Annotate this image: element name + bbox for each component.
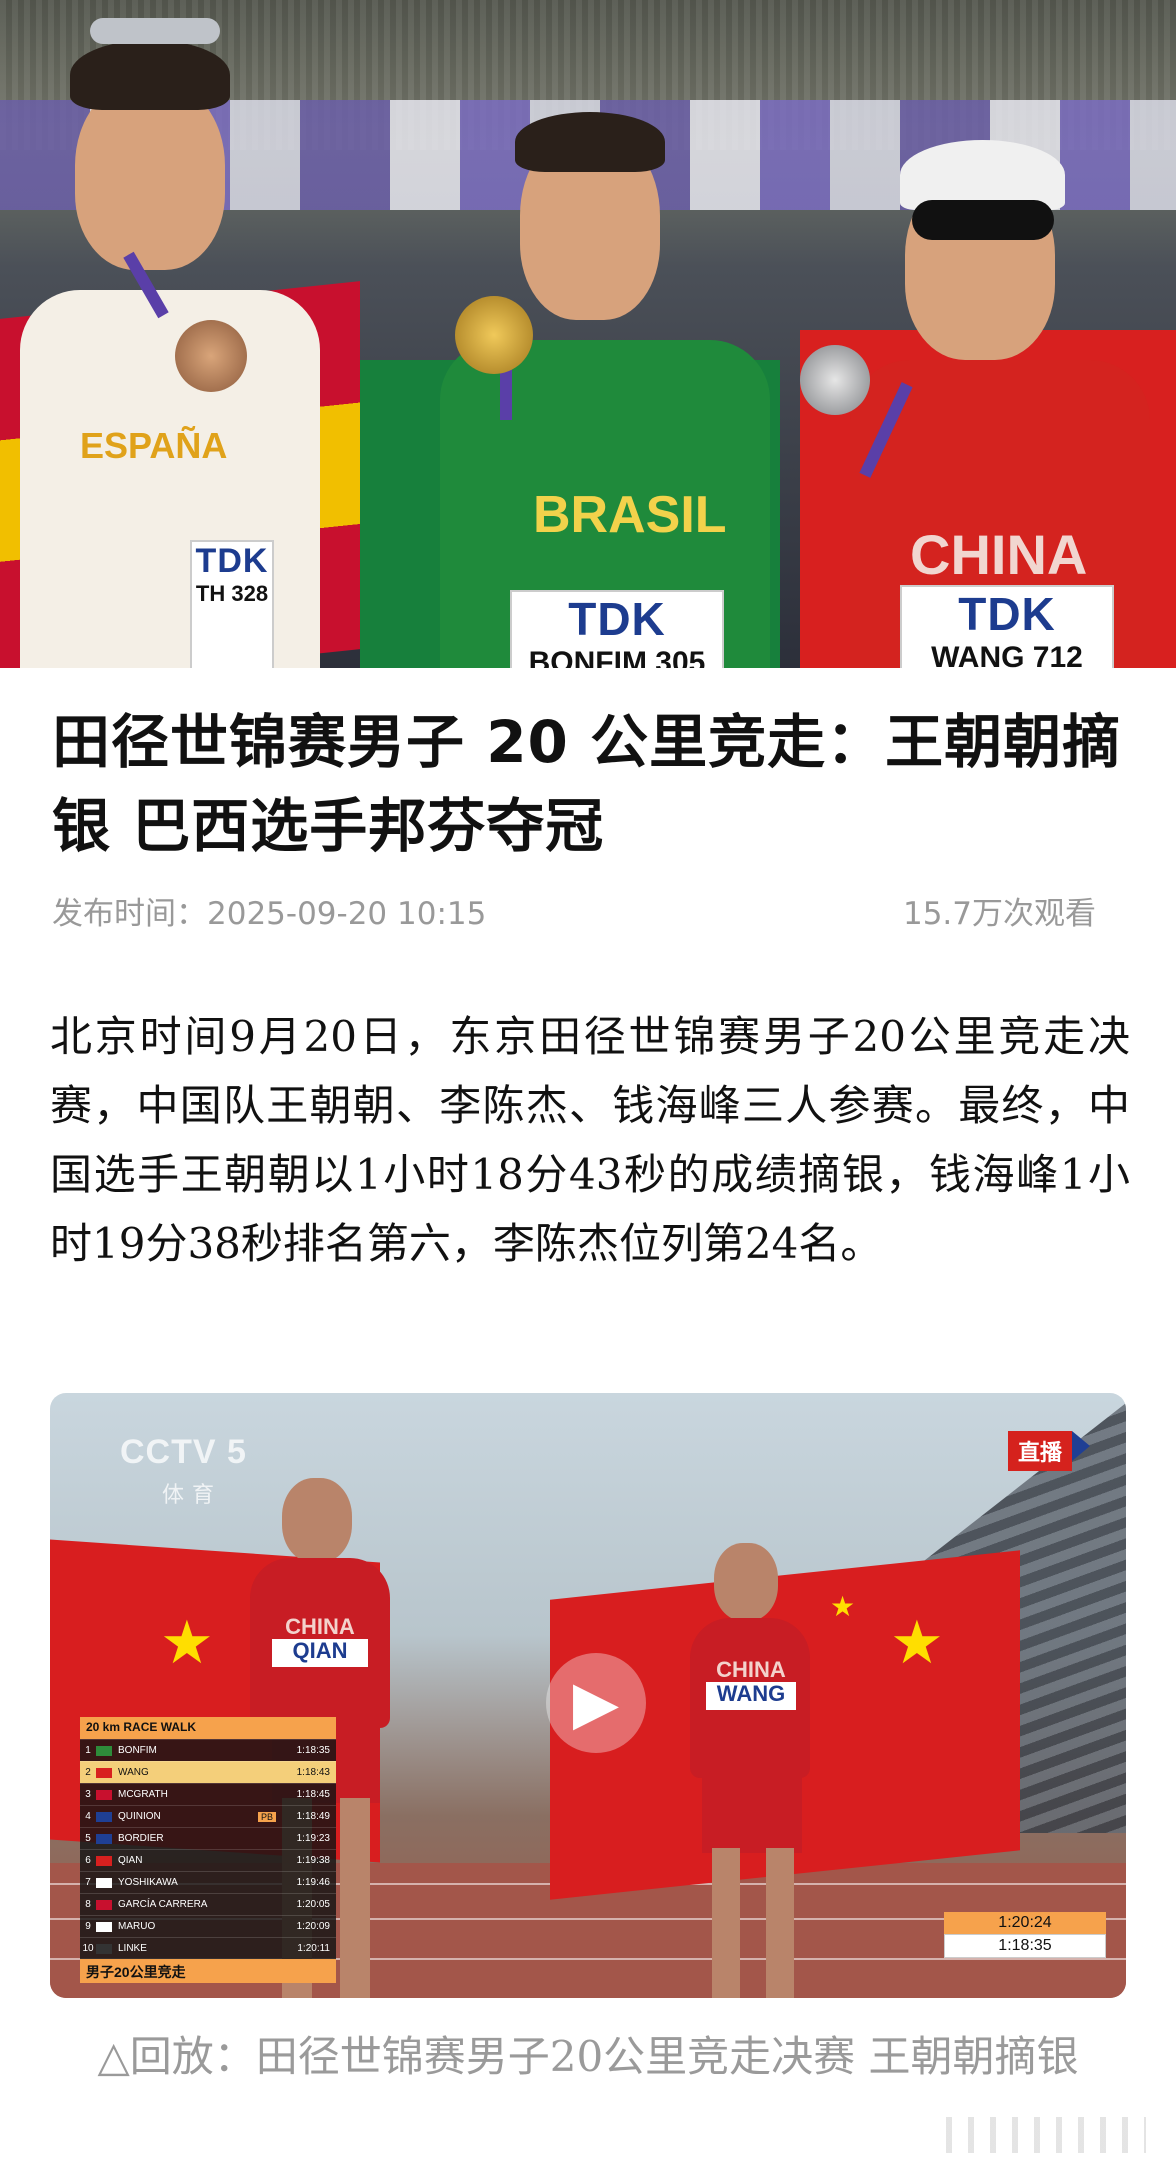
results-row-position: 7 [85,1877,91,1888]
timer-elapsed: 1:20:24 [944,1912,1106,1934]
country-flag-icon [96,1833,112,1844]
video-caption: △回放：田径世锦赛男子20公里竞走决赛 王朝朝摘银 [97,2032,1079,2081]
results-row-name: MCGRATH [118,1789,168,1800]
results-row-position: 1 [85,1745,91,1756]
view-count: 15.7万次观看 [902,896,1096,932]
results-row-time: 1:19:38 [296,1855,330,1866]
video-runner-left-bib: CHINA QIAN [272,1615,368,1667]
results-row-position: 3 [85,1789,91,1800]
results-row-position: 5 [85,1833,91,1844]
results-row-position: 9 [85,1921,91,1932]
results-row: 7 YOSHIKAWA 1:19:46 [80,1871,336,1893]
jersey-text-spain: ESPAÑA [80,425,228,466]
bronze-medal [175,320,247,392]
results-row-name: YOSHIKAWA [118,1877,178,1888]
results-row-time: 1:18:35 [296,1745,330,1756]
results-row-position: 8 [85,1899,91,1910]
play-icon[interactable]: ▶ [546,1653,646,1753]
race-timer: 1:20:24 1:18:35 [944,1912,1106,1958]
results-row-position: 6 [85,1855,91,1866]
article-body: 北京时间9月20日，东京田径世锦赛男子20公里竞走决赛，中国队王朝朝、李陈杰、钱… [50,1012,1130,1268]
flag-star-icon: ★ [160,1608,214,1678]
watermark [946,2117,1146,2153]
results-row: 8 GARCÍA CARRERA 1:20:05 [80,1893,336,1915]
country-flag-icon [96,1855,112,1866]
results-row-time: 1:19:23 [296,1833,330,1844]
results-row-name: WANG [118,1767,149,1778]
video-runner-right-bib: CHINA WANG [706,1658,796,1710]
bib-spain: TDK TH 328 [190,540,274,668]
results-row-time: 1:18:49 [296,1811,330,1822]
jersey-text-brazil: BRASIL [533,486,727,544]
results-row-name: LINKE [118,1943,147,1954]
results-row: 2 WANG 1:18:43 [80,1761,336,1783]
cctv-sub: 体育 [162,1483,223,1508]
results-row-time: 1:18:45 [296,1789,330,1800]
article-title: 田径世锦赛男子 20 公里竞走：王朝朝摘银 巴西选手邦芬夺冠 [52,708,1122,860]
results-row-time: 1:20:09 [296,1921,330,1932]
results-row-time: 1:20:11 [297,1943,330,1954]
bib-brazil: TDK BONFIM 305 [510,590,724,668]
results-row: 5 BORDIER 1:19:23 [80,1827,336,1849]
publish-label: 发布时间： [52,896,207,932]
video-runner-right-head [714,1543,778,1621]
publish-info: 发布时间：2025-09-20 10:15 [52,888,486,933]
results-board: 20 km RACE WALK 1 BONFIM 1:18:35 2 WANG 1:18:… [80,1717,336,1983]
results-footer-label: 男子20公里竞走 [86,1964,186,1980]
publish-time: 2025-09-20 10:15 [207,896,487,932]
results-row: 3 MCGRATH 1:18:45 [80,1783,336,1805]
results-row-name: BONFIM [118,1745,157,1756]
country-flag-icon [96,1943,112,1954]
cctv-logo: CCTV 5 [120,1433,247,1471]
results-row: 10 LINKE 1:20:11 [80,1937,336,1959]
results-row-position: 4 [85,1811,91,1822]
results-row-name: BORDIER [118,1833,164,1844]
country-flag-icon [96,1877,112,1888]
results-row-name: MARUO [118,1921,156,1932]
results-row-name: GARCÍA CARRERA [118,1899,208,1910]
results-row-time: 1:18:43 [296,1767,330,1778]
country-flag-icon [96,1921,112,1932]
country-flag-icon [96,1767,112,1778]
results-footer: 男子20公里竞走 [80,1959,336,1983]
video-runner-left-head [282,1478,352,1563]
country-flag-icon [96,1745,112,1756]
silver-medal [800,345,870,415]
results-row-position: 10 [82,1943,94,1954]
pb-badge: PB [257,1811,276,1822]
bib-china: TDK WANG 712 [900,585,1114,668]
results-row-position: 2 [85,1767,91,1778]
gold-medal [455,296,533,374]
country-flag-icon [96,1789,112,1800]
results-title: 20 km RACE WALK [80,1717,336,1739]
country-flag-icon [96,1899,112,1910]
video-player[interactable]: ★ ★ ★ CHINA QIAN ★ ★ CHINA WANG CCTV 5 体… [50,1393,1126,1998]
results-row-time: 1:19:46 [296,1877,330,1888]
live-badge: 直播 [1007,1431,1091,1471]
results-row: 9 MARUO 1:20:09 [80,1915,336,1937]
jersey-text-china: CHINA [910,523,1088,586]
results-row: 1 BONFIM 1:18:35 [80,1739,336,1761]
results-row-time: 1:20:05 [296,1899,330,1910]
results-row-name: QIAN [118,1855,143,1866]
hero-photo: ESPAÑA TDK TH 328 BRASIL TDK BONFIM 305 … [0,0,1176,668]
results-row-name: QUINION [118,1811,161,1822]
country-flag-icon [96,1811,112,1822]
results-row: 6 QIAN 1:19:38 [80,1849,336,1871]
timer-leader: 1:18:35 [944,1934,1106,1958]
results-row: 4 QUINION PB 1:18:49 [80,1805,336,1827]
